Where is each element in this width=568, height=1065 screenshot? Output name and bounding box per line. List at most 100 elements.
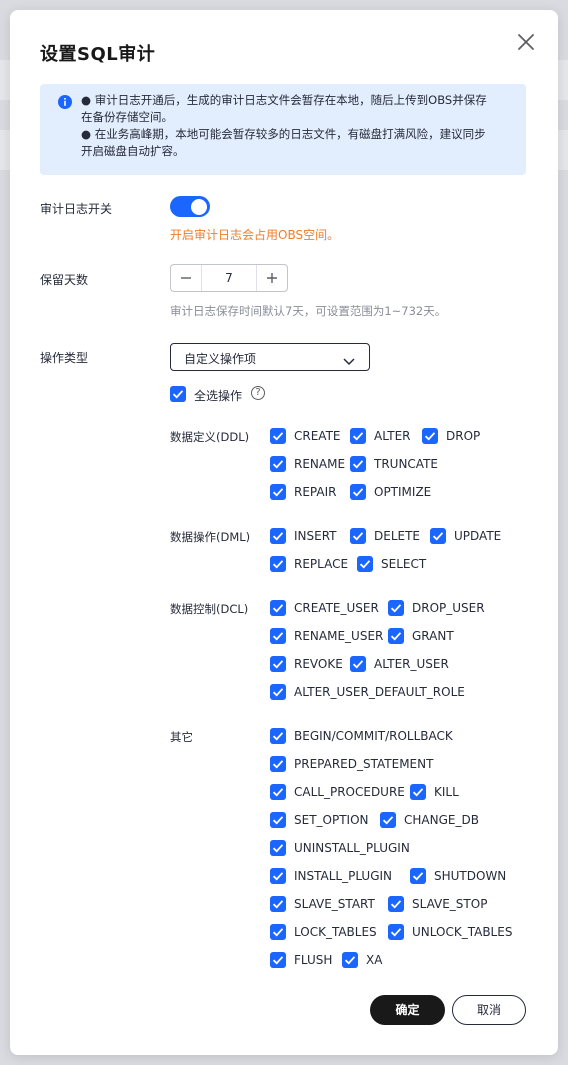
- operation-label: BEGIN/COMMIT/ROLLBACK: [294, 729, 453, 743]
- operation-checkbox[interactable]: [270, 784, 286, 800]
- audit-switch-label: 审计日志开关: [40, 202, 113, 216]
- operation-checkbox[interactable]: [388, 628, 404, 644]
- select-all-checkbox[interactable]: [170, 386, 186, 402]
- operation-checkbox[interactable]: [270, 840, 286, 856]
- operation-label: XA: [366, 953, 383, 967]
- check-icon: [344, 956, 356, 965]
- operation-checkbox[interactable]: [270, 484, 286, 500]
- operation-checkbox[interactable]: [270, 528, 286, 544]
- help-icon[interactable]: ?: [251, 386, 265, 400]
- check-icon: [390, 900, 402, 909]
- operation-checkbox[interactable]: [342, 952, 358, 968]
- operation-label: SLAVE_STOP: [412, 897, 488, 911]
- operation-label: ALTER_USER: [374, 657, 449, 671]
- operation-checkbox[interactable]: [388, 924, 404, 940]
- sql-audit-dialog: 设置SQL审计 ● 审计日志开通后，生成的审计日志文件会暂存在本地，随后上传到O…: [10, 10, 558, 1055]
- operation-label: DROP: [446, 429, 481, 443]
- check-icon: [272, 488, 284, 497]
- check-icon: [272, 460, 284, 469]
- group-label: 数据定义(DDL): [170, 430, 250, 444]
- operation-checkbox[interactable]: [350, 456, 366, 472]
- chevron-down-icon: [343, 352, 355, 366]
- operation-label: CREATE_USER: [294, 601, 379, 615]
- group-label: 其它: [170, 730, 193, 744]
- op-type-select[interactable]: 自定义操作项: [170, 343, 370, 371]
- operation-checkbox[interactable]: [270, 728, 286, 744]
- operation-checkbox[interactable]: [380, 812, 396, 828]
- operation-label: INSERT: [294, 529, 337, 543]
- operation-label: SLAVE_START: [294, 897, 375, 911]
- operation-checkbox[interactable]: [270, 812, 286, 828]
- check-icon: [412, 788, 424, 797]
- check-icon: [272, 532, 284, 541]
- op-type-selected: 自定义操作项: [184, 352, 257, 366]
- operation-label: CREATE: [294, 429, 341, 443]
- retention-days-input[interactable]: 7: [202, 265, 256, 291]
- check-icon: [272, 688, 284, 697]
- operation-label: GRANT: [412, 629, 454, 643]
- op-type-label: 操作类型: [40, 351, 89, 365]
- check-icon: [390, 632, 402, 641]
- minus-icon: [181, 277, 191, 279]
- info-line: ● 在业务高峰期，本地可能会暂存较多的日志文件，有磁盘打满风险，建议同步: [81, 127, 486, 141]
- confirm-button[interactable]: 确定: [370, 995, 445, 1025]
- operation-label: RENAME: [294, 457, 346, 471]
- toggle-knob: [191, 198, 207, 215]
- operation-checkbox[interactable]: [270, 924, 286, 940]
- operation-checkbox[interactable]: [270, 456, 286, 472]
- operation-checkbox[interactable]: [410, 868, 426, 884]
- operation-checkbox[interactable]: [388, 600, 404, 616]
- check-icon: [272, 816, 284, 825]
- operation-checkbox[interactable]: [270, 684, 286, 700]
- operation-checkbox[interactable]: [357, 556, 373, 572]
- operation-checkbox[interactable]: [350, 484, 366, 500]
- info-alert: ● 审计日志开通后，生成的审计日志文件会暂存在本地，随后上传到OBS并保存 在备…: [40, 84, 526, 175]
- operation-label: SHUTDOWN: [434, 869, 507, 883]
- check-icon: [352, 532, 364, 541]
- info-line: ● 审计日志开通后，生成的审计日志文件会暂存在本地，随后上传到OBS并保存: [81, 93, 487, 107]
- operation-checkbox[interactable]: [270, 952, 286, 968]
- operation-checkbox[interactable]: [350, 528, 366, 544]
- check-icon: [272, 732, 284, 741]
- operation-checkbox[interactable]: [270, 756, 286, 772]
- increment-button[interactable]: [256, 265, 287, 291]
- plus-icon: [267, 273, 277, 283]
- operation-checkbox[interactable]: [410, 784, 426, 800]
- operation-label: LOCK_TABLES: [294, 925, 377, 939]
- operation-checkbox[interactable]: [270, 628, 286, 644]
- operation-label: CALL_PROCEDURE: [294, 785, 405, 799]
- operation-checkbox[interactable]: [270, 868, 286, 884]
- operation-checkbox[interactable]: [350, 656, 366, 672]
- operation-label: RENAME_USER: [294, 629, 384, 643]
- check-icon: [272, 604, 284, 613]
- info-line: 在备份存储空间。: [81, 110, 173, 124]
- obs-warning-text: 开启审计日志会占用OBS空间。: [170, 228, 340, 242]
- check-icon: [272, 928, 284, 937]
- close-icon[interactable]: [515, 31, 537, 53]
- operation-checkbox[interactable]: [270, 428, 286, 444]
- decrement-button[interactable]: [171, 265, 202, 291]
- check-icon: [390, 928, 402, 937]
- operation-label: DROP_USER: [412, 601, 485, 615]
- audit-log-toggle[interactable]: [170, 196, 210, 217]
- check-icon: [352, 432, 364, 441]
- check-icon: [352, 488, 364, 497]
- check-icon: [272, 788, 284, 797]
- operation-checkbox[interactable]: [388, 896, 404, 912]
- check-icon: [272, 956, 284, 965]
- operation-checkbox[interactable]: [270, 600, 286, 616]
- operation-label: REPAIR: [294, 485, 337, 499]
- operation-label: ALTER: [374, 429, 411, 443]
- operation-checkbox[interactable]: [270, 656, 286, 672]
- operation-checkbox[interactable]: [430, 528, 446, 544]
- operation-checkbox[interactable]: [422, 428, 438, 444]
- operation-checkbox[interactable]: [270, 556, 286, 572]
- operation-label: UNLOCK_TABLES: [412, 925, 513, 939]
- operation-label: DELETE: [374, 529, 421, 543]
- check-icon: [272, 632, 284, 641]
- check-icon: [382, 816, 394, 825]
- cancel-button[interactable]: 取消: [452, 995, 526, 1025]
- operation-checkbox[interactable]: [350, 428, 366, 444]
- check-icon: [272, 872, 284, 881]
- operation-checkbox[interactable]: [270, 896, 286, 912]
